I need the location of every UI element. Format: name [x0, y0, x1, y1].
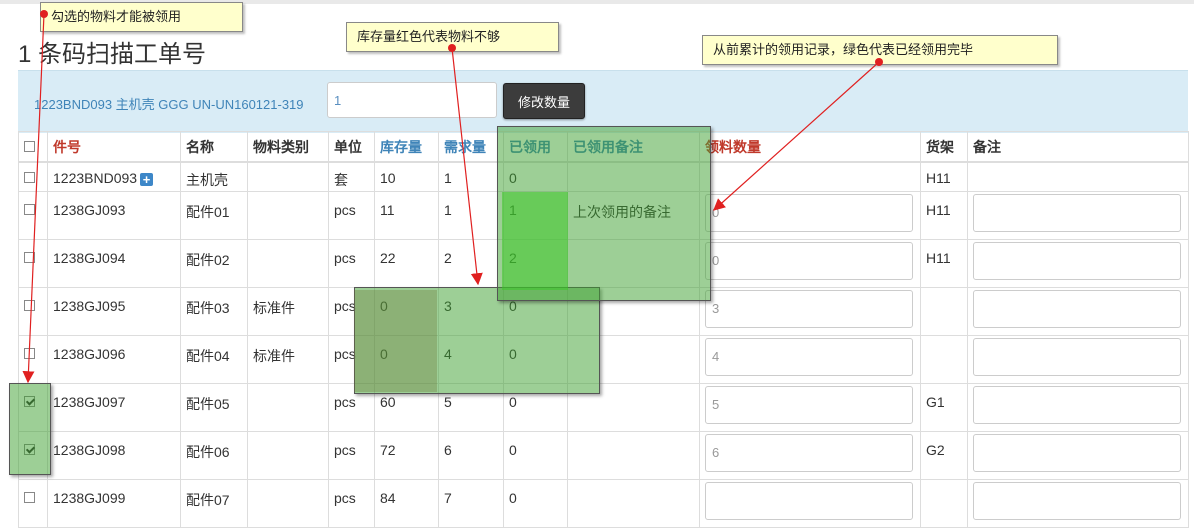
used-arrow-dot	[875, 58, 883, 66]
checkbox-arrow-dot	[40, 10, 48, 18]
annotation-arrows	[22, 10, 883, 384]
checkbox-arrow	[22, 13, 45, 384]
stock-arrow-dot	[448, 44, 456, 52]
stock-arrow	[451, 47, 483, 286]
used-arrow	[713, 61, 880, 211]
